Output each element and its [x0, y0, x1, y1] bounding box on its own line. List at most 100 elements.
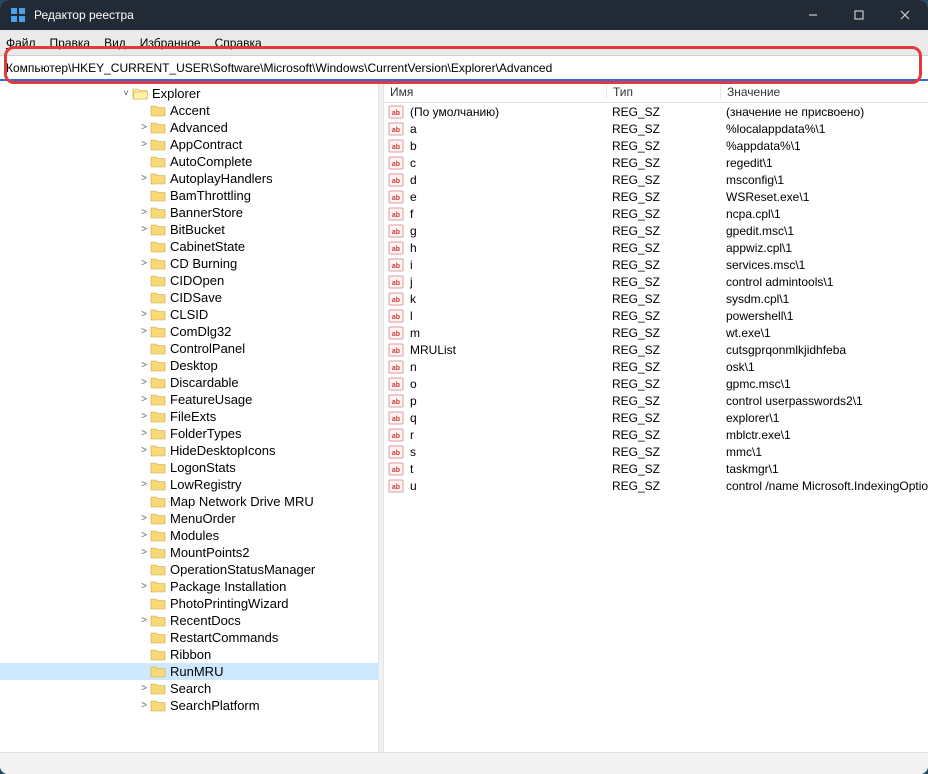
tree-item[interactable]: PhotoPrintingWizard [0, 595, 378, 612]
list-row[interactable]: absREG_SZmmc\1 [384, 443, 928, 460]
list-row[interactable]: abMRUListREG_SZcutsgprqonmlkjidhfeba [384, 341, 928, 358]
tree-item-label: Desktop [170, 358, 218, 373]
cell-value: (значение не присвоено) [720, 105, 928, 119]
cell-name: g [404, 224, 606, 238]
tree-item[interactable]: >CD Burning [0, 255, 378, 272]
tree-item[interactable]: >MenuOrder [0, 510, 378, 527]
list-row[interactable]: abpREG_SZcontrol userpasswords2\1 [384, 392, 928, 409]
folder-icon [150, 478, 166, 491]
address-input[interactable] [0, 57, 928, 79]
tree-item[interactable]: >FeatureUsage [0, 391, 378, 408]
list-row[interactable]: abeREG_SZWSReset.exe\1 [384, 188, 928, 205]
tree-item[interactable]: >ComDlg32 [0, 323, 378, 340]
cell-value: explorer\1 [720, 411, 928, 425]
tree-item[interactable]: >Modules [0, 527, 378, 544]
cell-type: REG_SZ [606, 479, 720, 493]
folder-icon [150, 393, 166, 406]
cell-value: osk\1 [720, 360, 928, 374]
tree-item[interactable]: >AutoplayHandlers [0, 170, 378, 187]
list-row[interactable]: abfREG_SZncpa.cpl\1 [384, 205, 928, 222]
menu-view[interactable]: Вид [104, 36, 126, 50]
menu-edit[interactable]: Правка [50, 36, 91, 50]
minimize-button[interactable] [790, 0, 836, 30]
cell-value: gpmc.msc\1 [720, 377, 928, 391]
titlebar[interactable]: Редактор реестра [0, 0, 928, 30]
tree-item[interactable]: CIDOpen [0, 272, 378, 289]
list-row[interactable]: abcREG_SZregedit\1 [384, 154, 928, 171]
list-row[interactable]: abgREG_SZgpedit.msc\1 [384, 222, 928, 239]
list-row[interactable]: abiREG_SZservices.msc\1 [384, 256, 928, 273]
column-type[interactable]: Тип [606, 85, 720, 99]
cell-name: p [404, 394, 606, 408]
list-row[interactable]: abaREG_SZ%localappdata%\1 [384, 120, 928, 137]
tree-item[interactable]: >LowRegistry [0, 476, 378, 493]
list-row[interactable]: abkREG_SZsysdm.cpl\1 [384, 290, 928, 307]
tree-item[interactable]: CIDSave [0, 289, 378, 306]
close-button[interactable] [882, 0, 928, 30]
list-row[interactable]: abtREG_SZtaskmgr\1 [384, 460, 928, 477]
tree-pane[interactable]: ˅ExplorerAccent>Advanced>AppContractAuto… [0, 81, 378, 752]
list-row[interactable]: abhREG_SZappwiz.cpl\1 [384, 239, 928, 256]
tree-item[interactable]: CabinetState [0, 238, 378, 255]
tree-item[interactable]: >FolderTypes [0, 425, 378, 442]
column-value[interactable]: Значение [720, 85, 928, 99]
tree-item[interactable]: Accent [0, 102, 378, 119]
tree-item[interactable]: >AppContract [0, 136, 378, 153]
folder-icon [150, 206, 166, 219]
list-row[interactable]: abnREG_SZosk\1 [384, 358, 928, 375]
svg-text:ab: ab [392, 246, 400, 253]
tree-item[interactable]: >CLSID [0, 306, 378, 323]
menu-favorites[interactable]: Избранное [140, 36, 201, 50]
tree-item[interactable]: >Discardable [0, 374, 378, 391]
tree-item[interactable]: RestartCommands [0, 629, 378, 646]
tree-item[interactable]: >SearchPlatform [0, 697, 378, 714]
list-header: Имя Тип Значение [384, 81, 928, 103]
list-row[interactable]: ab(По умолчанию)REG_SZ(значение не присв… [384, 103, 928, 120]
tree-item[interactable]: >Desktop [0, 357, 378, 374]
svg-text:ab: ab [392, 467, 400, 474]
cell-value: control admintools\1 [720, 275, 928, 289]
tree-item[interactable]: >MountPoints2 [0, 544, 378, 561]
cell-type: REG_SZ [606, 207, 720, 221]
list-row[interactable]: abdREG_SZmsconfig\1 [384, 171, 928, 188]
svg-text:ab: ab [392, 280, 400, 287]
cell-type: REG_SZ [606, 139, 720, 153]
tree-item-explorer[interactable]: ˅Explorer [0, 85, 378, 102]
tree-item[interactable]: >HideDesktopIcons [0, 442, 378, 459]
cell-name: a [404, 122, 606, 136]
string-value-icon: ab [388, 479, 404, 493]
list-row[interactable]: abqREG_SZexplorer\1 [384, 409, 928, 426]
tree-item[interactable]: >BannerStore [0, 204, 378, 221]
list-row[interactable]: abbREG_SZ%appdata%\1 [384, 137, 928, 154]
tree-item-label: RecentDocs [170, 613, 241, 628]
tree-item-label: ComDlg32 [170, 324, 231, 339]
column-name[interactable]: Имя [384, 85, 606, 99]
list-row[interactable]: abmREG_SZwt.exe\1 [384, 324, 928, 341]
tree-item[interactable]: BamThrottling [0, 187, 378, 204]
tree-item[interactable]: Ribbon [0, 646, 378, 663]
tree-item[interactable]: >BitBucket [0, 221, 378, 238]
list-row[interactable]: ablREG_SZpowershell\1 [384, 307, 928, 324]
tree-item[interactable]: >Package Installation [0, 578, 378, 595]
tree-item[interactable]: OperationStatusManager [0, 561, 378, 578]
list-row[interactable]: abrREG_SZmblctr.exe\1 [384, 426, 928, 443]
tree-item[interactable]: Map Network Drive MRU [0, 493, 378, 510]
tree-item[interactable]: ControlPanel [0, 340, 378, 357]
maximize-button[interactable] [836, 0, 882, 30]
tree-item[interactable]: AutoComplete [0, 153, 378, 170]
tree-item[interactable]: >Advanced [0, 119, 378, 136]
menu-help[interactable]: Справка [215, 36, 262, 50]
tree-item[interactable]: LogonStats [0, 459, 378, 476]
list-pane[interactable]: Имя Тип Значение ab(По умолчанию)REG_SZ(… [384, 81, 928, 752]
list-row[interactable]: abjREG_SZcontrol admintools\1 [384, 273, 928, 290]
tree-item[interactable]: >RecentDocs [0, 612, 378, 629]
folder-icon [150, 444, 166, 457]
menu-file[interactable]: Файл [6, 36, 36, 50]
tree-item[interactable]: RunMRU [0, 663, 378, 680]
list-row[interactable]: aboREG_SZgpmc.msc\1 [384, 375, 928, 392]
tree-item[interactable]: >Search [0, 680, 378, 697]
list-row[interactable]: abuREG_SZcontrol /name Microsoft.Indexin… [384, 477, 928, 494]
menubar: Файл Правка Вид Избранное Справка [0, 30, 928, 56]
tree-item[interactable]: >FileExts [0, 408, 378, 425]
cell-type: REG_SZ [606, 326, 720, 340]
